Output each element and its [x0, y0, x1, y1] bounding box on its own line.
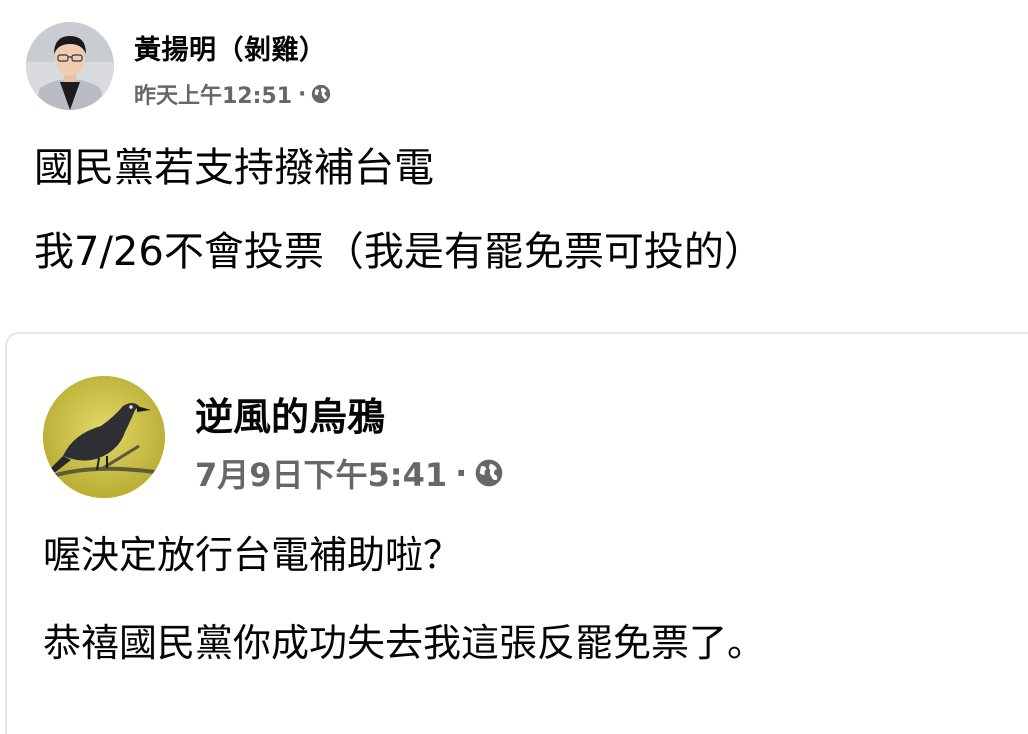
post-text-line: 我7/26不會投票（我是有罷免票可投的） [34, 229, 764, 275]
shared-author-name[interactable]: 逆風的烏鴉 [195, 386, 385, 441]
crow-avatar-image [43, 376, 165, 498]
shared-post-timestamp[interactable]: 7月9日下午5:41 [195, 450, 447, 496]
post-timestamp[interactable]: 昨天上午12:51 [134, 78, 292, 110]
author-avatar-image [26, 22, 114, 110]
shared-post-card[interactable]: 逆風的烏鴉 7月9日下午5:41 · 喔決定放行台電補助啦？ 恭禧國民黨你成功失… [5, 332, 1028, 734]
globe-icon[interactable] [310, 83, 332, 105]
shared-post-text-line: 恭禧國民黨你成功失去我這張反罷免票了。 [43, 621, 766, 665]
meta-separator: · [455, 454, 468, 492]
facebook-post: 黃揚明（剝雞） 昨天上午12:51 · 國民黨若支持撥補台電 我7/26不會投票… [0, 0, 1028, 734]
post-text-line: 國民黨若支持撥補台電 [34, 145, 434, 191]
shared-post-meta: 7月9日下午5:41 · [195, 450, 505, 496]
shared-post-text-line: 喔決定放行台電補助啦？ [43, 533, 462, 577]
post-header: 黃揚明（剝雞） 昨天上午12:51 · [26, 22, 626, 114]
author-avatar[interactable] [26, 22, 114, 110]
meta-separator: · [298, 81, 307, 107]
globe-icon[interactable] [473, 457, 505, 489]
author-name[interactable]: 黃揚明（剝雞） [134, 28, 327, 67]
post-meta: 昨天上午12:51 · [134, 78, 332, 110]
shared-author-avatar[interactable] [43, 376, 165, 498]
